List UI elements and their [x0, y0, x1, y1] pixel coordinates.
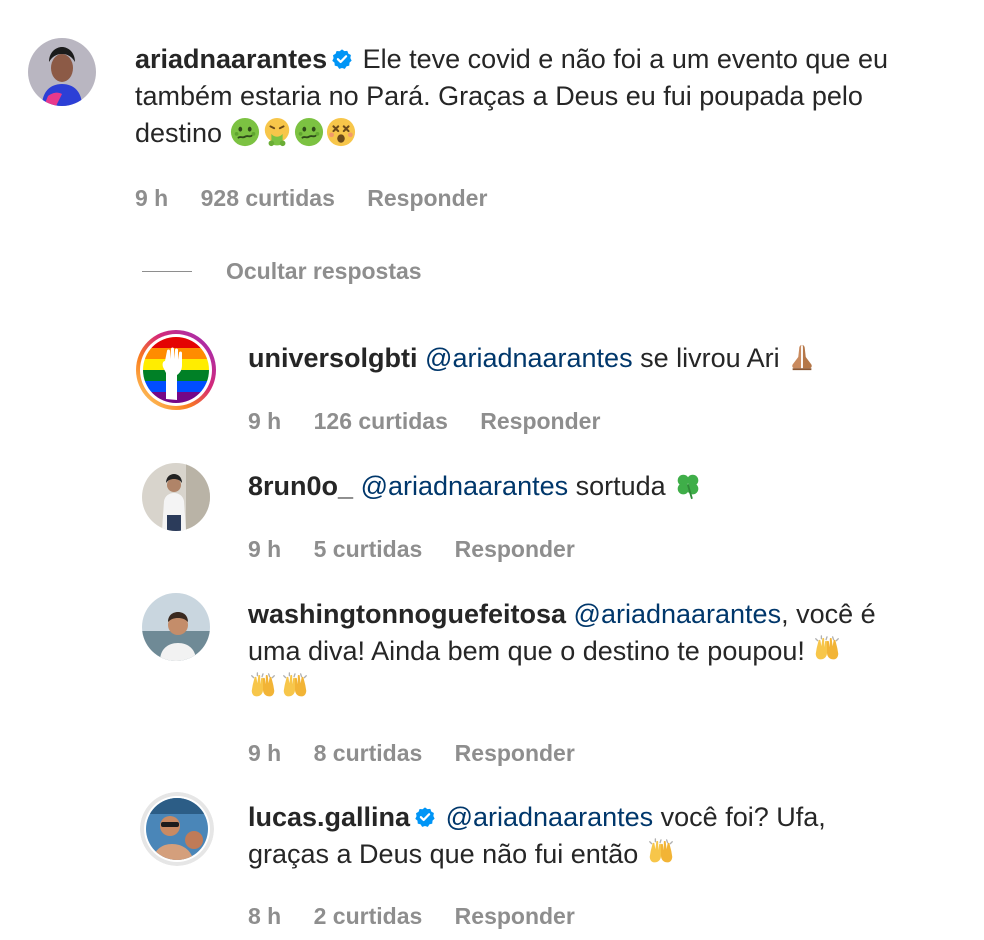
raising-hands-emoji — [646, 838, 676, 868]
verified-badge-icon — [331, 48, 353, 70]
reply-text: sortuda — [575, 471, 666, 501]
reply-meta: 9 h 5 curtidas Responder — [248, 536, 601, 563]
username-lucas-gallina[interactable]: lucas.gallina — [248, 802, 410, 832]
reply-universolgbti: universolgbti @ariadnaarantes se livrou … — [0, 320, 984, 440]
reply-time: 9 h — [248, 536, 282, 562]
reply-text-line1: , você é — [781, 599, 876, 629]
hide-replies-button[interactable]: Ocultar respostas — [142, 258, 422, 285]
nauseated-face-emoji — [230, 117, 260, 147]
mention-link[interactable]: @ariadnaarantes — [425, 343, 633, 373]
reply-meta: 9 h 126 curtidas Responder — [248, 408, 626, 435]
reply-button[interactable]: Responder — [455, 903, 575, 929]
mention-link[interactable]: @ariadnaarantes — [574, 599, 782, 629]
comment-ariadnaarantes: ariadnaarantes Ele teve covid e não foi … — [0, 0, 984, 240]
reply-button[interactable]: Responder — [480, 408, 600, 434]
reply-text-line1: você foi? Ufa, — [660, 802, 826, 832]
reply-text-line2: graças a Deus que não fui então — [248, 839, 639, 869]
reply-body: lucas.gallina @ariadnaarantes você foi? … — [248, 799, 948, 873]
avatar-ariadnaarantes[interactable] — [28, 38, 96, 106]
reply-meta: 9 h 8 curtidas Responder — [248, 740, 601, 767]
reply-text-line2: uma diva! Ainda bem que o destino te pou… — [248, 636, 805, 666]
reply-meta: 8 h 2 curtidas Responder — [248, 903, 601, 930]
reply-button[interactable]: Responder — [455, 740, 575, 766]
avatar-universolgbti[interactable] — [135, 329, 217, 411]
reply-body: universolgbti @ariadnaarantes se livrou … — [248, 340, 948, 377]
divider-line — [142, 271, 192, 272]
like-count[interactable]: 928 curtidas — [201, 185, 335, 211]
mention-link[interactable]: @ariadnaarantes — [361, 471, 569, 501]
username-ariadnaarantes[interactable]: ariadnaarantes — [135, 44, 327, 74]
folded-hands-emoji — [787, 342, 817, 372]
comment-body: ariadnaarantes Ele teve covid e não foi … — [135, 41, 955, 152]
raising-hands-emoji — [280, 672, 310, 702]
comment-meta: 9 h 928 curtidas Responder — [135, 185, 513, 212]
nauseated-face-emoji — [294, 117, 324, 147]
reply-time: 8 h — [248, 903, 282, 929]
reply-button[interactable]: Responder — [455, 536, 575, 562]
like-count[interactable]: 126 curtidas — [314, 408, 448, 434]
hide-replies-label: Ocultar respostas — [226, 258, 422, 284]
avatar-lucas-gallina[interactable] — [140, 792, 214, 866]
raising-hands-emoji — [812, 635, 842, 665]
reply-body: 8run0o_ @ariadnaarantes sortuda — [248, 468, 948, 505]
like-count[interactable]: 5 curtidas — [314, 536, 423, 562]
verified-badge-icon — [414, 806, 436, 828]
reply-lucas-gallina: lucas.gallina @ariadnaarantes você foi? … — [0, 790, 984, 940]
dizzy-face-emoji — [326, 117, 356, 147]
like-count[interactable]: 2 curtidas — [314, 903, 423, 929]
reply-body: washingtonnoguefeitosa @ariadnaarantes, … — [248, 596, 948, 707]
reply-time: 9 h — [248, 740, 282, 766]
avatar-washingtonnoguefeitosa[interactable] — [142, 593, 210, 661]
reply-washingtonnoguefeitosa: washingtonnoguefeitosa @ariadnaarantes, … — [0, 585, 984, 785]
comment-time: 9 h — [135, 185, 169, 211]
reply-time: 9 h — [248, 408, 282, 434]
avatar-8run0o[interactable] — [142, 463, 210, 531]
four-leaf-clover-emoji — [673, 470, 703, 500]
mention-link[interactable]: @ariadnaarantes — [446, 802, 654, 832]
raising-hands-emoji — [248, 672, 278, 702]
username-8run0o[interactable]: 8run0o_ — [248, 471, 353, 501]
like-count[interactable]: 8 curtidas — [314, 740, 423, 766]
reply-8run0o: 8run0o_ @ariadnaarantes sortuda 9 h 5 cu… — [0, 455, 984, 575]
vomiting-face-emoji — [262, 117, 292, 147]
username-washingtonnoguefeitosa[interactable]: washingtonnoguefeitosa — [248, 599, 566, 629]
reply-text: se livrou Ari — [640, 343, 780, 373]
username-universolgbti[interactable]: universolgbti — [248, 343, 418, 373]
reply-button[interactable]: Responder — [367, 185, 487, 211]
